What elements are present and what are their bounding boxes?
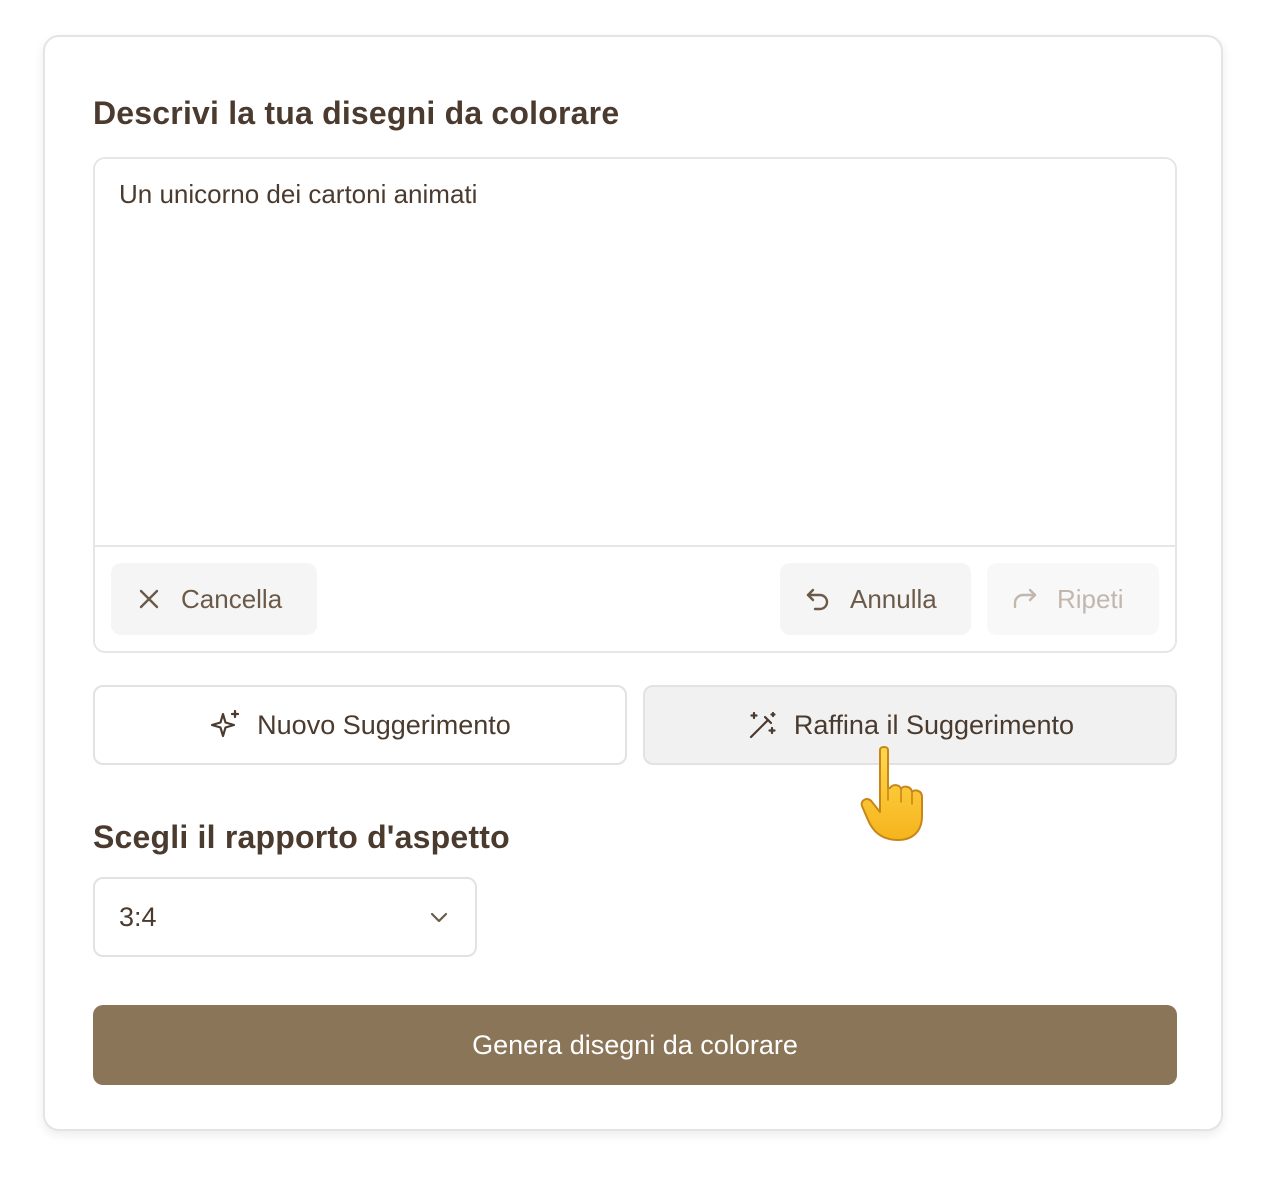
generate-button[interactable]: Genera disegni da colorare	[93, 1005, 1177, 1085]
close-icon	[135, 585, 163, 613]
clear-button-label: Cancella	[181, 583, 283, 614]
coloring-page-form-card: Descrivi la tua disegni da colorare Canc…	[43, 35, 1223, 1131]
refine-suggestion-label: Raffina il Suggerimento	[793, 709, 1075, 740]
undo-button[interactable]: Annulla	[780, 563, 971, 635]
new-suggestion-button[interactable]: Nuovo Suggerimento	[93, 685, 627, 765]
redo-icon	[1011, 585, 1039, 613]
aspect-ratio-value: 3:4	[119, 901, 157, 932]
prompt-editor: Cancella Annulla Ripeti	[93, 157, 1177, 653]
new-suggestion-label: Nuovo Suggerimento	[257, 709, 511, 740]
undo-button-label: Annulla	[850, 583, 937, 614]
redo-button-label: Ripeti	[1057, 583, 1124, 614]
editor-divider	[95, 545, 1175, 547]
undo-icon	[804, 585, 832, 613]
chevron-down-icon	[427, 905, 451, 929]
redo-button[interactable]: Ripeti	[987, 563, 1159, 635]
clear-button[interactable]: Cancella	[111, 563, 317, 635]
aspect-ratio-select[interactable]: 3:4	[93, 877, 477, 957]
refine-suggestion-button[interactable]: Raffina il Suggerimento	[643, 685, 1177, 765]
aspect-ratio-title: Scegli il rapporto d'aspetto	[93, 819, 510, 855]
prompt-textarea[interactable]	[95, 159, 1175, 545]
prompt-section-title: Descrivi la tua disegni da colorare	[93, 95, 620, 131]
sparkles-icon	[209, 708, 243, 742]
magic-wand-icon	[746, 708, 780, 742]
